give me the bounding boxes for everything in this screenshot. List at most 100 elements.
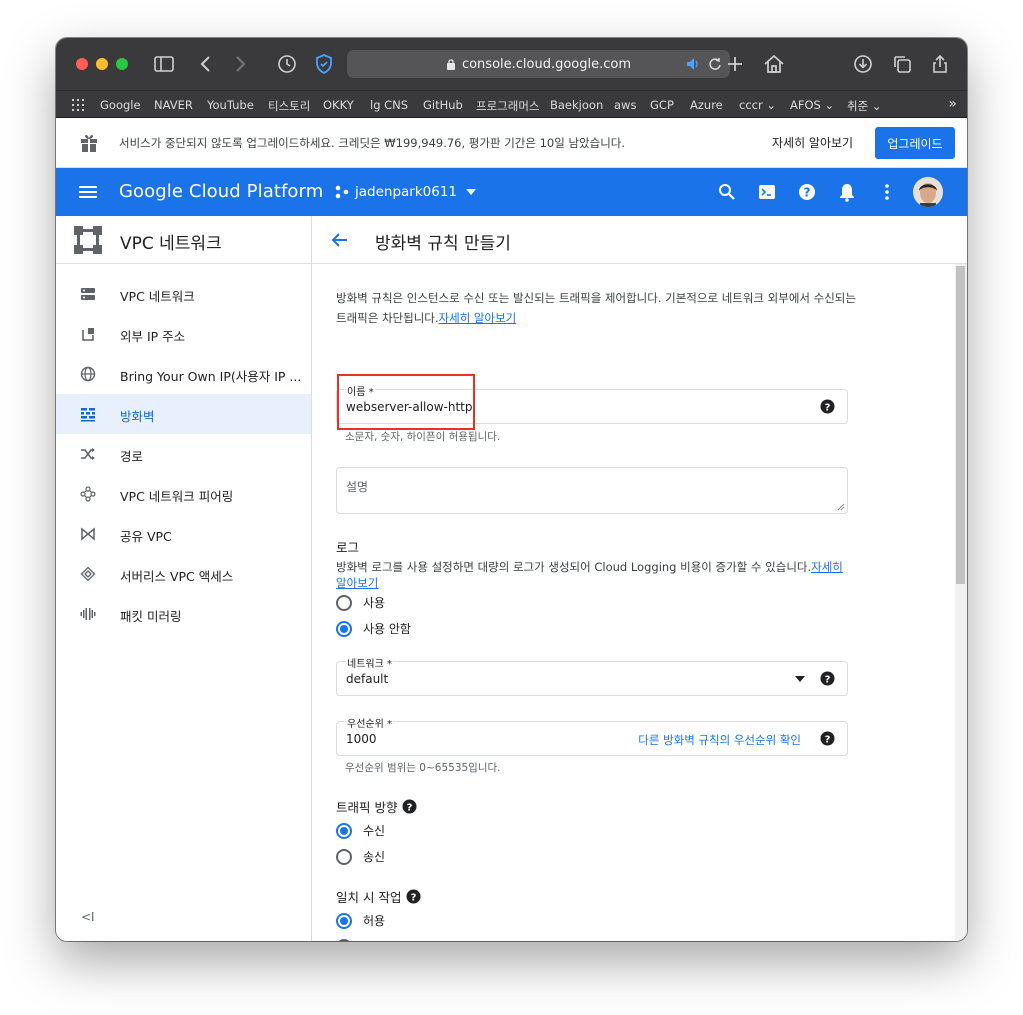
bookmarks-overflow-button[interactable]: »: [948, 96, 957, 112]
search-icon[interactable]: [717, 182, 737, 202]
help-circle-icon[interactable]: ?: [820, 399, 835, 414]
direction-title: 트래픽 방향 ?: [336, 797, 417, 816]
bookmark-item[interactable]: Google: [100, 98, 141, 112]
maximize-window-button[interactable]: [116, 58, 128, 70]
sidebar-item-label: 패킷 미러링: [120, 609, 182, 624]
shared-vpc-icon: [81, 527, 95, 541]
apps-grid-icon[interactable]: [72, 99, 84, 111]
bookmark-item[interactable]: NAVER: [154, 98, 193, 112]
routes-icon: [81, 448, 95, 460]
brand-title[interactable]: Google Cloud Platform: [119, 181, 323, 202]
radio-circle[interactable]: [336, 912, 352, 929]
bookmark-item[interactable]: OKKY: [323, 98, 354, 112]
close-window-button[interactable]: [76, 58, 88, 70]
reload-icon[interactable]: [708, 56, 722, 72]
bookmark-folder[interactable]: AFOS ⌄: [790, 98, 834, 112]
bookmark-item[interactable]: lg CNS: [370, 98, 408, 112]
sidebar-item-shared-vpc[interactable]: 공유 VPC: [56, 514, 311, 554]
sidebar-item-firewall[interactable]: 방화벽: [56, 394, 311, 434]
sidebar-item-byoip[interactable]: Bring Your Own IP(사용자 IP ...: [56, 354, 311, 394]
help-circle-icon[interactable]: ?: [402, 799, 417, 814]
new-tab-icon[interactable]: [723, 52, 747, 76]
lock-icon: [446, 59, 455, 70]
direction-ingress-radio[interactable]: 수신: [336, 822, 385, 839]
priority-field[interactable]: 우선순위 * 1000 다른 방화벽 규칙의 우선순위 확인 ?: [336, 715, 848, 756]
help-circle-icon[interactable]: ?: [820, 731, 835, 746]
download-icon[interactable]: [851, 52, 875, 76]
action-allow-radio[interactable]: 허용: [336, 912, 385, 929]
sidebar-item-external-ip[interactable]: 외부 IP 주소: [56, 314, 311, 354]
sidebar-item-vpc-networks[interactable]: VPC 네트워크: [56, 274, 311, 314]
scrollbar-thumb[interactable]: [956, 266, 965, 584]
upgrade-button[interactable]: 업그레이드: [875, 127, 955, 159]
sidebar-item-label: 외부 IP 주소: [120, 329, 186, 344]
radio-circle[interactable]: [336, 594, 352, 611]
radio-circle[interactable]: [336, 620, 352, 637]
radio-label: 사용 안함: [363, 622, 411, 636]
cloud-shell-icon[interactable]: [757, 182, 777, 202]
logs-option-on[interactable]: 사용: [336, 594, 385, 611]
bookmark-item[interactable]: YouTube: [207, 98, 254, 112]
bookmark-folder[interactable]: cccr ⌄: [739, 98, 776, 112]
sidebar-item-peering[interactable]: VPC 네트워크 피어링: [56, 474, 311, 514]
bookmark-item[interactable]: GitHub: [423, 98, 463, 112]
speaker-icon[interactable]: [686, 56, 700, 72]
hamburger-menu-icon[interactable]: [78, 182, 98, 202]
help-icon[interactable]: ?: [797, 182, 817, 202]
svg-text:?: ?: [825, 403, 831, 414]
description-textarea[interactable]: 설명: [336, 467, 848, 514]
resize-handle-icon[interactable]: [837, 503, 845, 511]
bookmark-item[interactable]: 프로그래머스: [476, 98, 539, 114]
project-name: jadenpark0611: [355, 184, 458, 200]
sidebar-toggle-icon[interactable]: [152, 52, 176, 76]
address-bar[interactable]: console.cloud.google.com: [347, 50, 730, 78]
external-ip-icon: [82, 328, 94, 341]
console-header: Google Cloud Platform jadenpark0611 ?: [56, 168, 967, 216]
main-content: 방화벽 규칙 만들기 방화벽 규칙은 인스턴스로 수신 또는 발신되는 트래픽을…: [312, 216, 967, 941]
help-circle-icon[interactable]: ?: [820, 671, 835, 686]
bookmark-folder[interactable]: 취준 ⌄: [847, 98, 881, 114]
history-icon[interactable]: [275, 52, 299, 76]
tabs-overview-icon[interactable]: [890, 52, 914, 76]
direction-egress-radio[interactable]: 송신: [336, 848, 385, 865]
bookmark-item[interactable]: aws: [614, 98, 636, 112]
learn-more-link[interactable]: 자세히 알아보기: [772, 134, 853, 151]
back-nav-icon[interactable]: [194, 52, 218, 76]
collapse-sidebar-button[interactable]: <I: [81, 910, 95, 924]
arrow-back-icon[interactable]: [330, 230, 350, 250]
home-icon[interactable]: [762, 52, 786, 76]
check-priority-link[interactable]: 다른 방화벽 규칙의 우선순위 확인: [638, 732, 801, 748]
radio-circle[interactable]: [336, 848, 352, 865]
peering-icon: [80, 486, 96, 502]
notifications-bell-icon[interactable]: [837, 182, 857, 202]
bookmark-item[interactable]: Baekjoon: [550, 98, 603, 112]
action-deny-radio[interactable]: 거부: [336, 938, 385, 941]
priority-hint: 우선순위 범위는 0~65535입니다.: [345, 762, 501, 774]
sidebar-item-serverless[interactable]: 서버리스 VPC 액세스: [56, 554, 311, 594]
learn-more-link[interactable]: 자세히 알아보기: [439, 311, 517, 325]
radio-circle[interactable]: [336, 822, 352, 839]
project-selector[interactable]: jadenpark0611: [335, 184, 477, 200]
sidebar-item-routes[interactable]: 경로: [56, 434, 311, 474]
avatar[interactable]: [913, 177, 943, 207]
shield-icon[interactable]: [312, 52, 336, 76]
dropdown-arrow-icon[interactable]: [795, 675, 805, 683]
chevron-down-icon: [466, 189, 477, 195]
share-icon[interactable]: [928, 52, 952, 76]
help-circle-icon[interactable]: ?: [406, 889, 421, 904]
logs-title: 로그: [336, 540, 360, 555]
more-vert-icon[interactable]: [877, 182, 897, 202]
forward-nav-icon[interactable]: [228, 52, 252, 76]
logs-option-off[interactable]: 사용 안함: [336, 620, 411, 637]
bookmark-item[interactable]: GCP: [650, 98, 674, 112]
radio-circle[interactable]: [336, 938, 352, 941]
minimize-window-button[interactable]: [96, 58, 108, 70]
description-placeholder: 설명: [346, 480, 369, 494]
sidebar-item-packet-mirroring[interactable]: 패킷 미러링: [56, 594, 311, 634]
network-select[interactable]: 네트워크 * default ?: [336, 655, 848, 696]
bookmark-item[interactable]: Azure: [690, 98, 723, 112]
radio-label: 거부: [363, 938, 385, 941]
bookmark-item[interactable]: 티스토리: [268, 98, 310, 114]
description-text: 방화벽 규칙은 인스턴스로 수신 또는 발신되는 트래픽을 제어합니다. 기본적…: [336, 291, 856, 325]
svg-text:?: ?: [825, 735, 831, 746]
